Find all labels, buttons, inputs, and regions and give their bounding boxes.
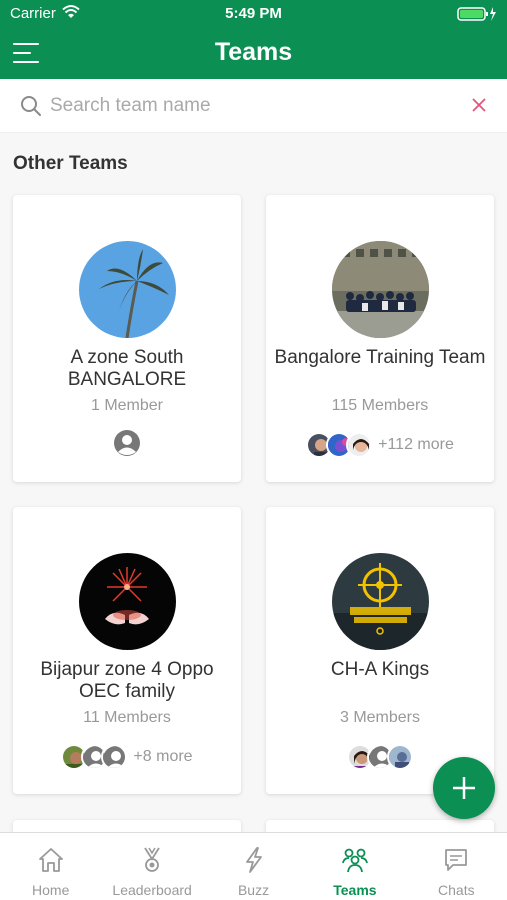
member-count: 11 Members — [83, 709, 171, 726]
member-avatars — [13, 429, 241, 462]
tab-chats[interactable]: Chats — [406, 833, 507, 900]
page-title: Teams — [214, 38, 293, 66]
search-icon — [20, 95, 42, 122]
team-card[interactable]: A zone South BANGALORE 1 Member — [13, 195, 241, 482]
member-avatar — [387, 744, 413, 770]
tab-leaderboard[interactable]: Leaderboard — [101, 833, 202, 900]
close-icon[interactable] — [471, 97, 487, 118]
member-avatars: +112 more — [266, 431, 494, 459]
team-name: CH-A Kings — [330, 659, 430, 680]
battery-icon — [457, 6, 497, 26]
clock: 5:49 PM — [225, 5, 282, 22]
user-icon — [101, 744, 128, 770]
member-count: 115 Members — [331, 397, 429, 414]
team-avatar — [79, 241, 176, 338]
more-members-label: +8 more — [133, 748, 193, 765]
tab-teams[interactable]: Teams — [304, 833, 405, 900]
team-card[interactable]: CH-A Kings 3 Members — [266, 507, 494, 794]
tab-label: Leaderboard — [112, 882, 192, 898]
team-name: Bangalore Training Team — [274, 347, 486, 368]
more-members-label: +112 more — [378, 436, 454, 453]
tab-label: Chats — [438, 882, 475, 898]
tab-home[interactable]: Home — [0, 833, 101, 900]
status-bar: Carrier 5:49 PM — [0, 0, 507, 28]
chat-icon — [441, 845, 471, 880]
team-card[interactable]: Bijapur zone 4 Oppo OEC family 11 Member… — [13, 507, 241, 794]
member-avatar — [346, 432, 373, 458]
home-icon — [36, 845, 66, 880]
lightning-icon — [239, 845, 269, 880]
trophy-icon — [137, 845, 167, 880]
search-input[interactable] — [50, 91, 450, 121]
tab-label: Home — [32, 882, 70, 898]
team-name: A zone South BANGALORE — [67, 347, 187, 390]
team-card[interactable]: Bangalore Training Team 115 Members +112… — [266, 195, 494, 482]
member-avatars: +8 more — [13, 743, 241, 771]
people-icon — [340, 845, 370, 880]
tab-label: Teams — [333, 882, 377, 898]
member-count: 1 Member — [90, 397, 164, 414]
search-bar — [0, 79, 507, 133]
bottom-tab-bar: Home Leaderboard Buzz Teams Chats — [0, 832, 507, 900]
team-avatar — [332, 553, 429, 650]
app-bar: Teams — [0, 28, 507, 79]
team-avatar — [332, 241, 429, 338]
tab-label: Buzz — [237, 882, 270, 898]
section-title: Other Teams — [13, 153, 128, 174]
team-name: Bijapur zone 4 Oppo OEC family — [40, 659, 214, 702]
plus-icon — [453, 777, 475, 799]
member-count: 3 Members — [339, 709, 421, 726]
team-avatar — [79, 553, 176, 650]
user-icon — [113, 429, 141, 462]
tab-buzz[interactable]: Buzz — [203, 833, 304, 900]
add-team-button[interactable] — [433, 757, 495, 819]
